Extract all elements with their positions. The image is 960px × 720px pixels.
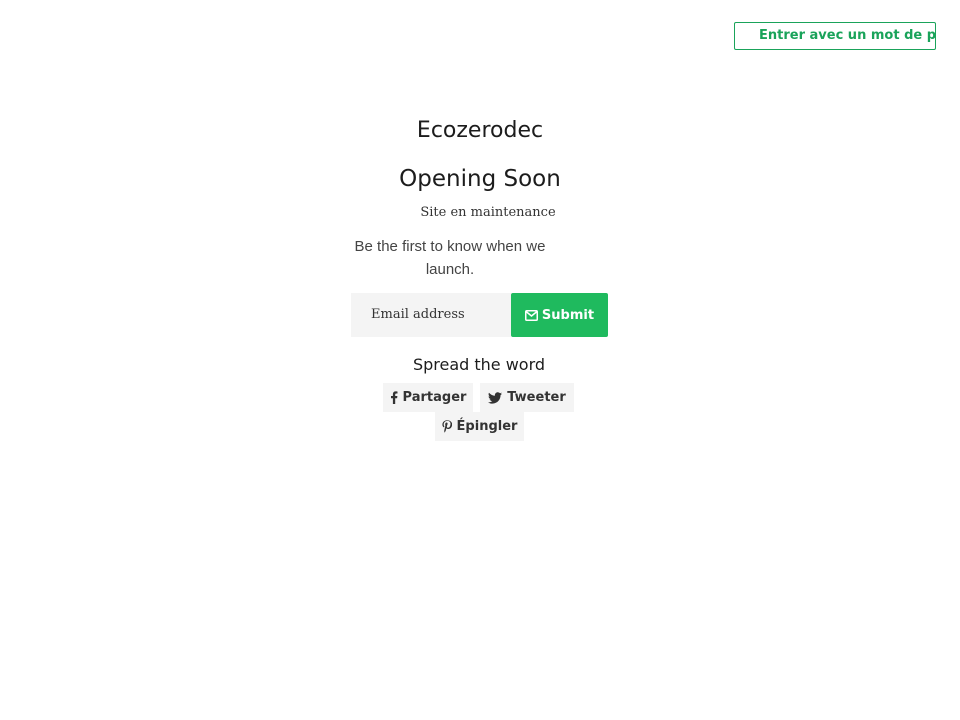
- launch-subtext: Be the first to know when we launch.: [354, 238, 546, 278]
- facebook-icon: [390, 391, 398, 404]
- facebook-share-button[interactable]: Partager: [383, 383, 473, 412]
- pinterest-icon: [441, 420, 452, 433]
- page: Entrer avec un mot de passe Ecozerodec O…: [0, 0, 960, 720]
- share-heading: Spread the word: [412, 355, 546, 374]
- newsletter-form: Email address Submit: [351, 293, 608, 337]
- twitter-share-button[interactable]: Tweeter: [480, 383, 574, 412]
- pinterest-share-button[interactable]: Épingler: [435, 412, 524, 441]
- facebook-share-label: Partager: [402, 390, 467, 405]
- submit-label: Submit: [541, 307, 595, 323]
- twitter-icon: [488, 391, 503, 404]
- envelope-icon: [524, 309, 538, 321]
- page-title: Opening Soon: [399, 166, 561, 192]
- enter-password-button[interactable]: Entrer avec un mot de passe: [734, 22, 936, 50]
- submit-button[interactable]: Submit: [511, 293, 608, 337]
- pinterest-share-label: Épingler: [456, 419, 518, 434]
- email-input[interactable]: Email address: [351, 293, 511, 337]
- maintenance-message: Site en maintenance: [420, 205, 556, 220]
- email-placeholder: Email address: [371, 307, 465, 322]
- site-name: Ecozerodec: [416, 118, 544, 143]
- enter-password-label: Entrer avec un mot de passe: [759, 28, 936, 43]
- twitter-share-label: Tweeter: [507, 390, 566, 405]
